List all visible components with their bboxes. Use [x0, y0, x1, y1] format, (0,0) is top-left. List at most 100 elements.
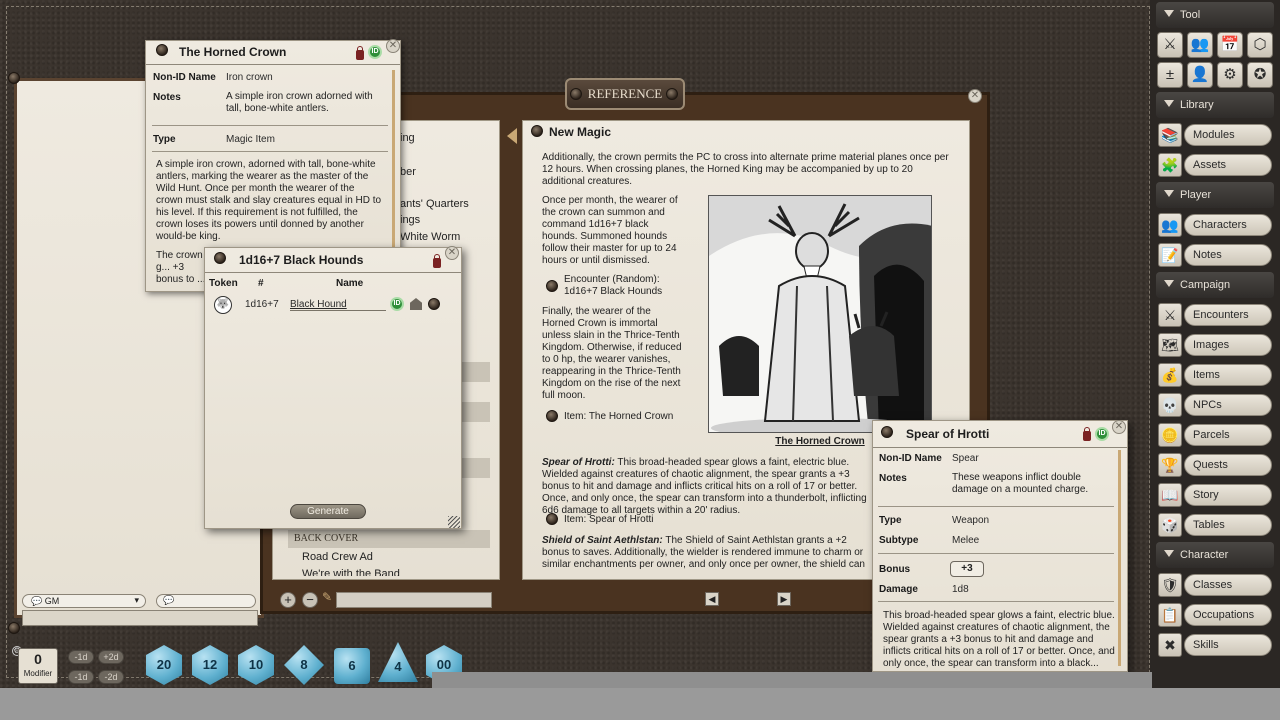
toc-section-back-cover[interactable]: BACK COVER	[288, 530, 490, 548]
toc-item[interactable]: White Worm	[400, 231, 460, 243]
modifier-plus-2d-button[interactable]: +2d	[98, 650, 124, 664]
chat-mode-select[interactable]: 💬	[156, 594, 256, 608]
sidebar-section-player[interactable]: Player	[1156, 182, 1274, 208]
combat-tool-icon[interactable]: ⚔	[1157, 32, 1183, 58]
next-page-button[interactable]: ▶	[777, 592, 791, 606]
sidebar-section-character[interactable]: Character	[1156, 542, 1274, 568]
lock-icon[interactable]	[433, 254, 441, 268]
collapse-toc-arrow-icon[interactable]	[507, 128, 517, 144]
toc-section-bar[interactable]	[458, 458, 490, 478]
d4-die-icon[interactable]: 4	[378, 642, 418, 682]
lock-icon[interactable]	[356, 46, 364, 60]
hound-token-icon[interactable]: 🐺	[214, 296, 232, 314]
identified-toggle-icon[interactable]: ID	[390, 297, 404, 311]
d12-die-icon[interactable]: 12	[192, 645, 228, 685]
sidebar-item-occupations[interactable]: 📋 Occupations	[1156, 602, 1274, 628]
zoom-out-button[interactable]: −	[302, 592, 318, 608]
modifier-tool-icon[interactable]: ±	[1157, 62, 1183, 88]
sidebar-item-label: Classes	[1184, 574, 1272, 596]
sidebar-section-library[interactable]: Library	[1156, 92, 1274, 118]
hound-name[interactable]: Black Hound	[290, 299, 386, 311]
sidebar-item-npcs[interactable]: 💀 NPCs	[1156, 392, 1274, 418]
character-tool-icon[interactable]: 👤	[1187, 62, 1213, 88]
horned-crown-description[interactable]: A simple iron crown, adorned with tall, …	[156, 159, 382, 243]
calendar-tool-icon[interactable]: 📅	[1217, 32, 1243, 58]
identity-select[interactable]: 💬 GM ▾	[22, 594, 146, 608]
spear-description[interactable]: This broad-headed spear glows a faint, e…	[883, 610, 1115, 668]
lock-icon[interactable]	[1083, 427, 1091, 441]
item-link-spear[interactable]: Item: Spear of Hrotti	[564, 514, 694, 526]
sidebar-item-quests[interactable]: 🏆 Quests	[1156, 452, 1274, 478]
black-hounds-close-button[interactable]: ✕	[445, 246, 459, 260]
sidebar-item-assets[interactable]: 🧩 Assets	[1156, 152, 1274, 178]
notes-value[interactable]: A simple iron crown adorned with tall, b…	[226, 91, 386, 115]
spear-close-button[interactable]: ✕	[1112, 420, 1126, 434]
book-icon: 📚	[1158, 123, 1182, 147]
sidebar-item-encounters[interactable]: ⚔ Encounters	[1156, 302, 1274, 328]
d6-die-icon[interactable]: 6	[334, 648, 370, 684]
zoom-in-button[interactable]: +	[280, 592, 296, 608]
link-knob[interactable]	[428, 298, 440, 310]
d8-die-icon[interactable]: 8	[284, 645, 324, 685]
subtype-value[interactable]: Melee	[952, 535, 979, 546]
type-value[interactable]: Magic Item	[226, 134, 275, 145]
title-knob	[881, 426, 893, 438]
modifier-minus-1d-button[interactable]: -1d	[68, 650, 94, 664]
toc-item[interactable]: ants' Quarters	[400, 198, 469, 210]
sidebar-section-campaign[interactable]: Campaign	[1156, 272, 1274, 298]
damage-value[interactable]: 1d8	[952, 584, 969, 595]
hound-count[interactable]: 1d16+7	[245, 299, 279, 310]
sidebar-item-tables[interactable]: 🎲 Tables	[1156, 512, 1274, 538]
identified-toggle-icon[interactable]: ID	[1095, 427, 1109, 441]
toc-item[interactable]: ber	[400, 166, 416, 178]
sidebar-item-classes[interactable]: 🛡 Classes	[1156, 572, 1274, 598]
toc-item[interactable]: ings	[400, 214, 420, 226]
effects-tool-icon[interactable]: ✪	[1247, 62, 1273, 88]
horned-crown-close-button[interactable]: ✕	[386, 39, 400, 53]
sidebar-item-images[interactable]: 🗺 Images	[1156, 332, 1274, 358]
sidebar-item-characters[interactable]: 👥 Characters	[1156, 212, 1274, 238]
generate-label: Generate	[307, 506, 349, 517]
reference-banner-label: REFERENCE	[587, 86, 663, 101]
horned-crown-illustration[interactable]	[708, 195, 932, 433]
scrollbar[interactable]	[1118, 450, 1121, 666]
sidebar-item-skills[interactable]: ✖ Skills	[1156, 632, 1274, 658]
sidebar-item-items[interactable]: 💰 Items	[1156, 362, 1274, 388]
previous-page-button[interactable]: ◀	[705, 592, 719, 606]
sidebar-section-tool[interactable]: Tool	[1156, 2, 1274, 28]
bonus-field[interactable]: +3	[950, 561, 984, 577]
settings-tool-icon[interactable]: ⚙	[1217, 62, 1243, 88]
sidebar-item-modules[interactable]: 📚 Modules	[1156, 122, 1274, 148]
sidebar-item-parcels[interactable]: 🪙 Parcels	[1156, 422, 1274, 448]
toc-section-bar[interactable]	[458, 362, 490, 382]
chat-input[interactable]	[22, 610, 258, 626]
nonid-value[interactable]: Spear	[952, 453, 979, 464]
horned-crown-description-continued[interactable]: The crown g... +3 bonus to ... mere sigh…	[156, 250, 206, 284]
type-value[interactable]: Weapon	[952, 515, 989, 526]
sidebar-item-notes[interactable]: 📝 Notes	[1156, 242, 1274, 268]
party-tool-icon[interactable]: 👥	[1187, 32, 1213, 58]
toc-section-bar[interactable]	[458, 402, 490, 422]
modifier-minus-2d-button[interactable]: -2d	[98, 670, 124, 684]
toc-item[interactable]: Road Crew Ad	[302, 551, 373, 563]
reference-close-button[interactable]: ✕	[968, 89, 982, 103]
search-icon[interactable]: ✎	[322, 590, 332, 610]
nonid-value[interactable]: Iron crown	[226, 72, 273, 83]
encounter-link[interactable]: Encounter (Random): 1d16+7 Black Hounds	[564, 274, 684, 298]
die-label: 12	[202, 657, 218, 672]
toc-item[interactable]: We're with the Band	[302, 568, 400, 576]
item-link-horned-crown[interactable]: Item: The Horned Crown	[564, 411, 694, 423]
sidebar-item-label: Assets	[1184, 154, 1272, 176]
modifier-box[interactable]: 0 Modifier	[18, 648, 58, 684]
d10-die-icon[interactable]: 10	[238, 645, 274, 685]
sidebar-item-story[interactable]: 📖 Story	[1156, 482, 1274, 508]
generate-button[interactable]: Generate	[290, 504, 366, 519]
dice-tool-icon[interactable]: ⬡	[1247, 32, 1273, 58]
resize-handle[interactable]	[448, 516, 460, 528]
modifier-minus-1d-button[interactable]: -1d	[68, 670, 94, 684]
identified-toggle-icon[interactable]: ID	[368, 45, 382, 59]
notes-value[interactable]: These weapons inflict double damage on a…	[952, 472, 1102, 496]
toc-item[interactable]: ing	[400, 132, 415, 144]
d20-die-icon[interactable]: 20	[146, 645, 182, 685]
search-input[interactable]	[336, 592, 492, 608]
